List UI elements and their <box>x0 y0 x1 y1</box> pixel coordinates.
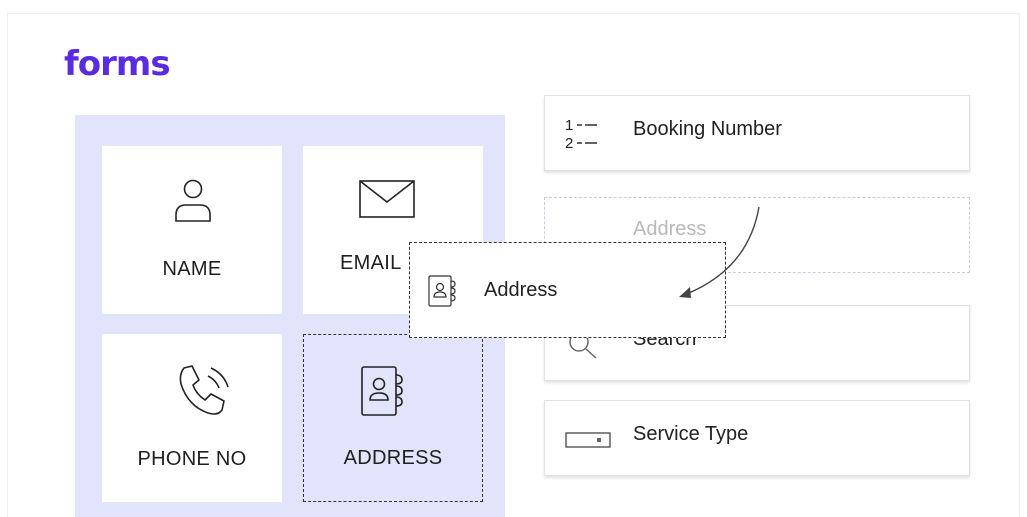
dragged-address-card[interactable]: Address <box>409 242 726 338</box>
field-service-type[interactable]: Service Type <box>544 400 970 476</box>
dropdown-icon <box>565 432 611 448</box>
field-address-placeholder-label: Address <box>633 218 707 240</box>
numbered-list-icon: 1 2 <box>565 117 597 152</box>
field-booking-number-label: Booking Number <box>633 118 782 140</box>
field-booking-number[interactable]: 1 2 Booking Number <box>544 95 970 171</box>
address-book-icon <box>361 366 403 416</box>
field-service-type-label: Service Type <box>633 423 749 445</box>
forms-logo: forms <box>64 44 171 84</box>
tile-name[interactable]: NAME <box>102 146 282 314</box>
tile-address-label: ADDRESS <box>343 447 443 469</box>
envelope-icon <box>359 180 415 218</box>
numbered-list-icon-1: 1 <box>565 117 573 134</box>
phone-icon <box>179 365 229 415</box>
address-book-icon <box>428 275 456 307</box>
tile-name-label: NAME <box>162 258 222 280</box>
tile-phone[interactable]: PHONE NO <box>102 334 282 502</box>
dragged-address-label: Address <box>484 279 558 301</box>
numbered-list-icon-2: 2 <box>565 135 573 152</box>
tile-address[interactable]: ADDRESS <box>303 334 483 502</box>
user-icon <box>175 179 211 222</box>
tile-phone-label: PHONE NO <box>137 448 247 470</box>
